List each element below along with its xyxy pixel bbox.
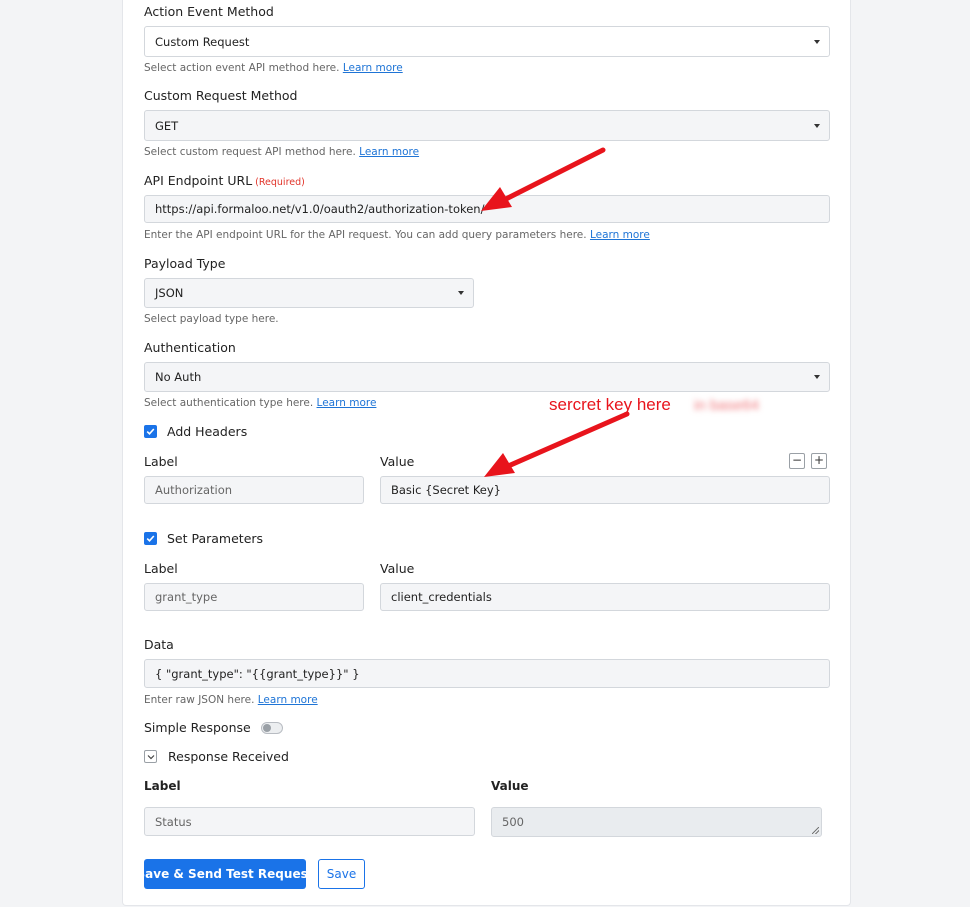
arrow-to-header-value (484, 411, 630, 477)
blurred-annotation-text: in base64 (694, 397, 760, 414)
annotation-text: sercret key here (549, 395, 671, 414)
annotation-arrows (481, 147, 630, 477)
arrow-to-endpoint (481, 147, 606, 211)
